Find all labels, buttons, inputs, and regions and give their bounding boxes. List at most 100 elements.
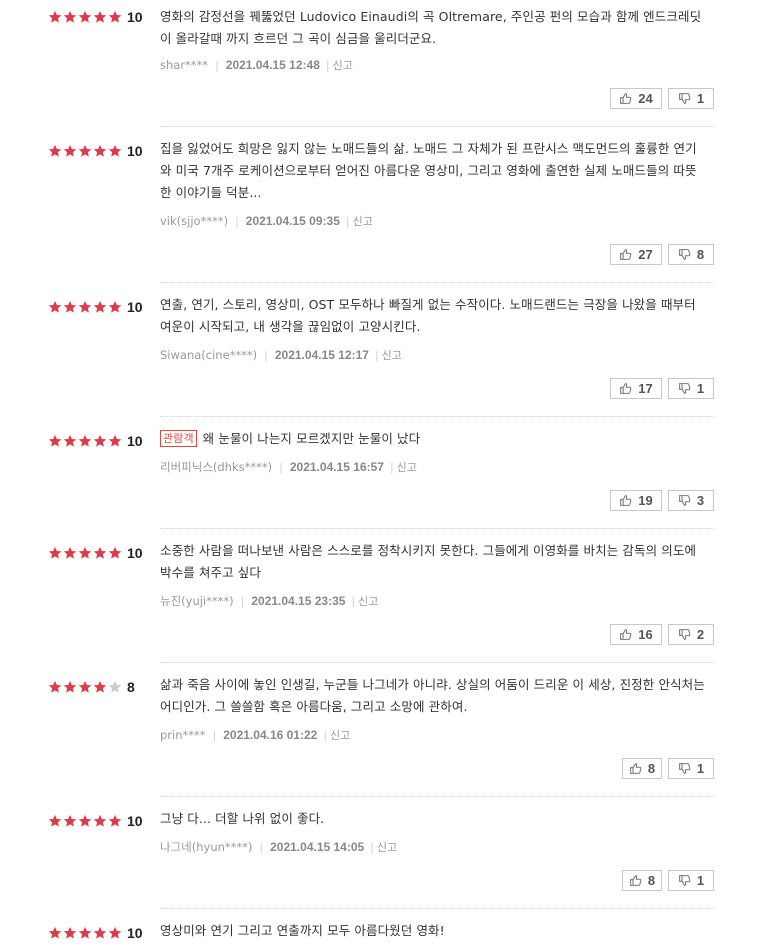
vote-buttons: 17 1 <box>610 378 714 399</box>
dislike-count: 1 <box>696 873 705 888</box>
star-icon <box>93 814 107 828</box>
star-icon <box>48 300 62 314</box>
author-name[interactable]: 리버피닉스(dhks****) <box>160 459 272 475</box>
star-icon <box>108 546 122 560</box>
author-name[interactable]: shar**** <box>160 58 208 72</box>
like-button[interactable]: 27 <box>610 244 662 265</box>
report-link[interactable]: 신고 <box>353 213 373 229</box>
report-link[interactable]: 신고 <box>333 57 353 73</box>
star-rating: 8 <box>48 678 135 696</box>
author-name[interactable]: vik(sjjo****) <box>160 214 228 228</box>
stars <box>48 546 122 560</box>
star-rating: 10 <box>48 812 143 830</box>
report-link[interactable]: 신고 <box>377 839 397 855</box>
star-rating: 10 <box>48 544 143 562</box>
vote-buttons: 24 1 <box>610 88 714 109</box>
stars <box>48 434 122 448</box>
meta-divider: | <box>279 460 283 474</box>
thumbs-down-icon <box>678 248 697 261</box>
star-icon <box>108 10 122 24</box>
meta-divider: | <box>389 460 394 474</box>
review-content: 영상미와 연기 그리고 연출까지 모두 아름다웠던 영화! <box>160 923 445 938</box>
report-link[interactable]: 신고 <box>330 727 350 743</box>
review-divider <box>160 662 714 663</box>
like-count: 19 <box>638 493 653 508</box>
review-text: 집을 잃었어도 희망은 잃지 않는 노매드들의 삶. 노매드 그 자체가 된 프… <box>160 138 705 204</box>
review-divider <box>160 126 714 127</box>
stars <box>48 300 122 314</box>
score-value: 8 <box>127 679 135 695</box>
star-icon <box>48 10 62 24</box>
meta-divider: | <box>235 214 239 228</box>
star-icon <box>78 814 92 828</box>
dislike-button[interactable]: 3 <box>668 490 714 511</box>
thumbs-up-icon <box>629 762 648 775</box>
dislike-button[interactable]: 8 <box>668 244 714 265</box>
review-meta: prin**** | 2021.04.16 01:22 | 신고 <box>160 727 350 743</box>
review-content: 영화의 감정선을 꿰뚫었던 Ludovico Einaudi의 곡 Oltrem… <box>160 9 702 46</box>
thumbs-down-icon <box>678 382 697 395</box>
meta-divider: | <box>351 594 356 608</box>
vote-buttons: 81 <box>622 758 714 779</box>
thumbs-up-icon <box>619 92 638 105</box>
star-icon <box>93 680 107 694</box>
star-icon <box>63 926 77 940</box>
author-name[interactable]: 나그네(hyun****) <box>160 839 252 855</box>
author-name[interactable]: 뉴진(yuji****) <box>160 593 234 609</box>
star-icon <box>48 144 62 158</box>
report-link[interactable]: 신고 <box>382 347 402 363</box>
review-meta: 뉴진(yuji****) | 2021.04.15 23:35 | 신고 <box>160 593 378 609</box>
star-icon <box>78 926 92 940</box>
meta-divider: | <box>215 58 219 72</box>
like-button[interactable]: 8 <box>622 758 662 779</box>
like-button[interactable]: 24 <box>610 88 662 109</box>
review-divider <box>160 908 714 909</box>
star-icon <box>63 546 77 560</box>
review-text: 관람객 왜 눈물이 나는지 모르겠지만 눈물이 났다 <box>160 428 705 450</box>
dislike-button[interactable]: 1 <box>668 88 714 109</box>
star-icon <box>78 300 92 314</box>
star-rating: 10 <box>48 432 143 450</box>
stars <box>48 814 122 828</box>
like-button[interactable]: 17 <box>610 378 662 399</box>
review-date: 2021.04.15 23:35 <box>251 594 346 608</box>
dislike-button[interactable]: 2 <box>668 624 714 645</box>
dislike-button[interactable]: 1 <box>668 378 714 399</box>
meta-divider: | <box>240 594 245 608</box>
star-icon <box>48 546 62 560</box>
star-icon <box>108 680 122 694</box>
author-name[interactable]: Siwana(cine****) <box>160 348 257 362</box>
dislike-button[interactable]: 1 <box>668 758 714 779</box>
like-button[interactable]: 16 <box>610 624 662 645</box>
like-count: 27 <box>638 247 653 262</box>
star-icon <box>63 144 77 158</box>
review-content: 왜 눈물이 나는지 모르겠지만 눈물이 났다 <box>202 431 421 446</box>
star-icon <box>93 144 107 158</box>
viewer-badge: 관람객 <box>160 430 197 447</box>
review-divider <box>160 282 714 283</box>
star-icon <box>78 680 92 694</box>
like-count: 17 <box>638 381 653 396</box>
star-icon <box>108 144 122 158</box>
meta-divider: | <box>323 728 328 742</box>
review-text: 연출, 연기, 스토리, 영상미, OST 모두하나 빠질게 없는 수작이다. … <box>160 294 705 338</box>
review-text: 그냥 다... 더할 나위 없이 좋다. <box>160 808 705 830</box>
review-content: 그냥 다... 더할 나위 없이 좋다. <box>160 811 325 826</box>
thumbs-up-icon <box>619 628 638 641</box>
star-icon <box>78 434 92 448</box>
author-name[interactable]: prin**** <box>160 728 206 742</box>
report-link[interactable]: 신고 <box>397 459 417 475</box>
thumbs-down-icon <box>678 494 697 507</box>
score-value: 10 <box>127 433 143 449</box>
stars <box>48 10 122 24</box>
thumbs-down-icon <box>678 762 697 775</box>
review-meta: 리버피닉스(dhks****) | 2021.04.15 16:57 | 신고 <box>160 459 417 475</box>
like-button[interactable]: 19 <box>610 490 662 511</box>
star-icon <box>93 546 107 560</box>
like-button[interactable]: 8 <box>622 870 662 891</box>
score-value: 10 <box>127 143 143 159</box>
review-divider <box>160 416 714 417</box>
report-link[interactable]: 신고 <box>358 593 378 609</box>
review-text: 영상미와 연기 그리고 연출까지 모두 아름다웠던 영화! <box>160 920 705 942</box>
dislike-button[interactable]: 1 <box>668 870 714 891</box>
